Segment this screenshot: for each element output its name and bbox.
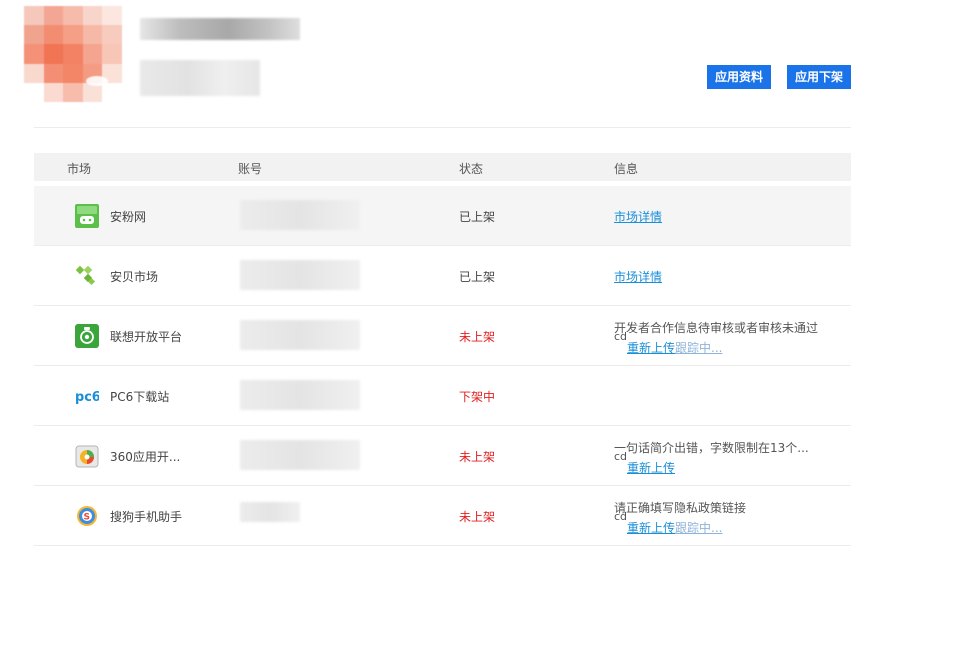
svg-text:S: S	[84, 513, 90, 523]
info-cd-label: cd	[614, 330, 628, 343]
sogou-icon: S	[77, 506, 97, 526]
table-row: 安粉网 已上架 市场详情	[34, 186, 851, 246]
column-header-info: 信息	[614, 162, 639, 176]
status-text: 未上架	[459, 450, 496, 464]
info-message: 开发者合作信息待审核或者审核未通过	[614, 321, 819, 335]
market-name: 联想开放平台	[110, 330, 183, 344]
lenovo-icon	[75, 324, 99, 348]
reupload-link[interactable]: 重新上传	[627, 519, 675, 536]
table-header: 市场 账号 状态 信息	[34, 153, 851, 181]
table-row: 联想开放平台 未上架 开发者合作信息待审核或者审核未通过 cd 重新上传 跟踪中…	[34, 306, 851, 366]
column-header-account: 账号	[238, 162, 263, 176]
account-redacted	[240, 200, 360, 230]
reupload-link[interactable]: 重新上传	[627, 459, 675, 476]
header-divider	[34, 127, 851, 128]
anfen-icon	[75, 204, 99, 228]
column-header-status: 状态	[459, 162, 484, 176]
market-table: 市场 账号 状态 信息 安粉网 已上架 市场详情 安贝市场 已上架 市场详情 联…	[34, 153, 851, 546]
market-name: 安贝市场	[110, 270, 159, 284]
status-text: 已上架	[459, 270, 496, 284]
account-redacted	[240, 502, 300, 522]
info-cd-label: cd	[614, 510, 628, 523]
pc6-icon: pc6	[75, 390, 99, 405]
app-icon	[24, 6, 122, 102]
info-message: 请正确填写隐私政策链接	[614, 501, 747, 515]
status-text: 下架中	[459, 390, 496, 404]
app-icon-badge	[86, 76, 108, 86]
account-redacted	[240, 380, 360, 410]
pc6-icon-text: pc6	[75, 390, 99, 405]
app-meta-redacted	[140, 60, 260, 96]
table-row: pc6 PC6下载站 下架中	[34, 366, 851, 426]
column-header-market: 市场	[67, 162, 92, 176]
tracking-link[interactable]: 跟踪中...	[675, 519, 722, 536]
market-details-link[interactable]: 市场详情	[614, 208, 662, 225]
anbei-icon	[75, 265, 96, 286]
market-name: 360应用开...	[110, 450, 181, 464]
360-icon	[75, 445, 99, 468]
info-cd-label: cd	[614, 450, 628, 463]
table-row: 安贝市场 已上架 市场详情	[34, 246, 851, 306]
app-offline-button[interactable]: 应用下架	[787, 65, 851, 89]
app-info-button[interactable]: 应用资料	[707, 65, 771, 89]
app-name-redacted	[140, 18, 300, 40]
tracking-link[interactable]: 跟踪中...	[675, 339, 722, 356]
table-row: 360应用开... 未上架 一句话简介出错，字数限制在13个... cd 重新上…	[34, 426, 851, 486]
status-text: 未上架	[459, 330, 496, 344]
reupload-link[interactable]: 重新上传	[627, 339, 675, 356]
account-redacted	[240, 440, 360, 470]
market-name: PC6下载站	[110, 390, 170, 404]
status-text: 未上架	[459, 510, 496, 524]
status-text: 已上架	[459, 210, 496, 224]
account-redacted	[240, 320, 360, 350]
market-name: 安粉网	[110, 210, 147, 224]
table-row: S 搜狗手机助手 未上架 请正确填写隐私政策链接 cd 重新上传 跟踪中...	[34, 486, 851, 546]
account-redacted	[240, 260, 360, 290]
market-name: 搜狗手机助手	[110, 510, 183, 524]
info-message: 一句话简介出错，字数限制在13个...	[614, 441, 809, 455]
market-details-link[interactable]: 市场详情	[614, 268, 662, 285]
